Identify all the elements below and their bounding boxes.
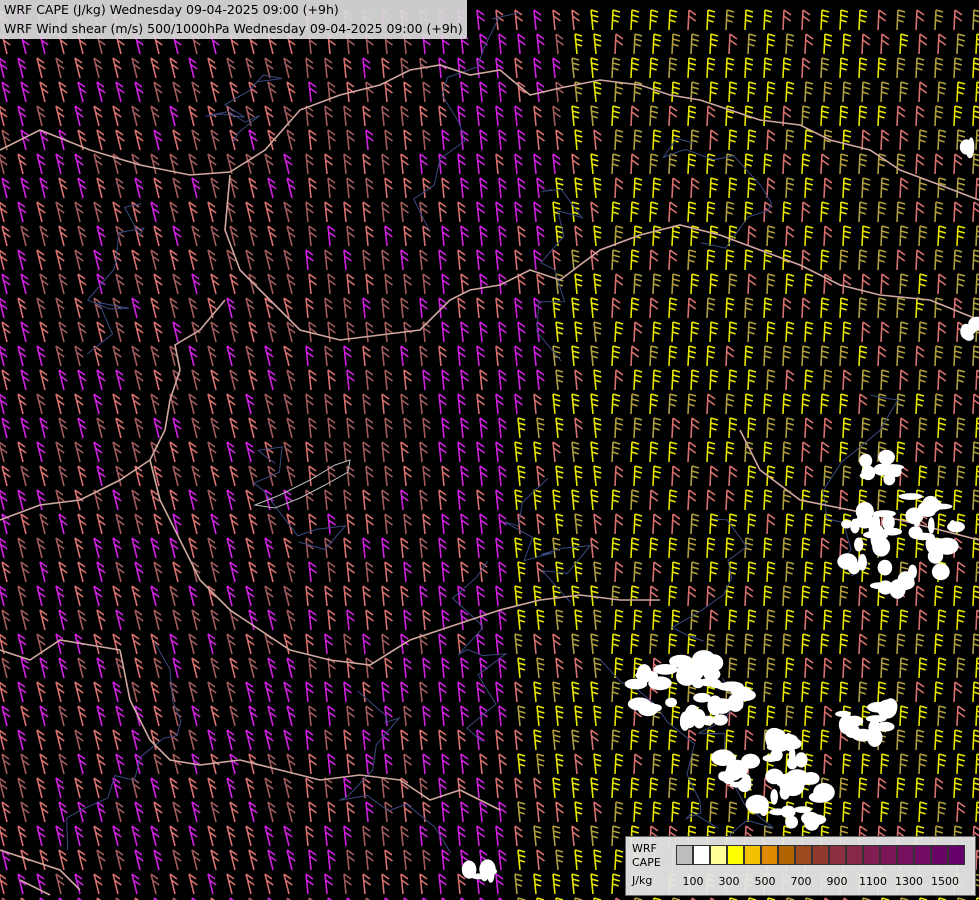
cape-patch <box>859 453 873 468</box>
cape-patch <box>878 449 895 465</box>
cape-patch <box>918 501 939 515</box>
legend-ticks: 100 300 500 700 900 1100 1300 1500 <box>676 875 976 889</box>
cape-patch <box>701 715 715 726</box>
cape-patch <box>770 789 778 805</box>
cape-patch <box>795 752 808 768</box>
legend-swatch <box>795 845 812 865</box>
cape-patch <box>692 677 704 689</box>
cape-patch <box>882 527 902 536</box>
legend-tick-label: 100 <box>682 875 704 888</box>
weather-map <box>0 0 979 900</box>
cape-patch <box>734 689 756 702</box>
legend-swatches <box>676 845 965 865</box>
legend-label-unit: J/kg <box>632 874 653 887</box>
cape-legend: WRF CAPE J/kg 100 300 500 700 900 1100 1300 150… <box>625 836 976 896</box>
cape-patch <box>861 465 876 481</box>
cape-patch <box>808 791 832 803</box>
cape-patch <box>665 697 677 708</box>
cape-patch <box>770 739 790 752</box>
cape-patch <box>758 798 769 816</box>
legend-tick-label: 900 <box>826 875 848 888</box>
legend-swatch <box>880 845 897 865</box>
legend-tick-label: 300 <box>718 875 740 888</box>
cape-patch <box>883 472 896 486</box>
legend-swatch <box>846 845 863 865</box>
cape-patch <box>669 654 693 668</box>
cape-patch <box>872 537 891 557</box>
cape-patch <box>461 860 477 879</box>
cape-patch <box>877 699 897 719</box>
cape-patch <box>693 692 711 703</box>
cape-patch <box>912 508 921 528</box>
cape-patch <box>886 582 911 591</box>
legend-swatch <box>829 845 846 865</box>
cape-patch <box>769 808 786 816</box>
cape-patch <box>927 548 944 564</box>
cape-patch <box>683 715 692 728</box>
cape-patch <box>716 682 738 691</box>
legend-swatch <box>744 845 761 865</box>
cape-patch <box>868 521 878 538</box>
cape-patch <box>765 730 772 744</box>
cape-patch <box>898 493 923 500</box>
cape-patch <box>838 714 856 735</box>
cape-patch <box>722 770 736 785</box>
cape-patch <box>875 468 896 475</box>
legend-swatch <box>948 845 965 865</box>
cape-patch <box>877 559 893 576</box>
cape-patch <box>806 814 822 822</box>
cape-patch <box>908 564 917 579</box>
legend-swatch <box>812 845 829 865</box>
cape-patch <box>712 714 728 726</box>
cape-patch <box>779 785 790 800</box>
cape-patch <box>798 777 810 785</box>
legend-tick-label: 1500 <box>931 875 959 888</box>
legend-swatch <box>897 845 914 865</box>
cape-patch <box>775 775 787 787</box>
cape-patch <box>857 508 871 522</box>
cape-patch <box>723 702 744 711</box>
cape-patch <box>785 772 794 787</box>
cape-patch <box>785 815 798 829</box>
legend-swatch <box>931 845 948 865</box>
cape-patch <box>648 676 672 691</box>
cape-patch <box>931 563 950 581</box>
title-wind-shear: WRF Wind shear (m/s) 500/1000hPa Wednesd… <box>4 21 463 36</box>
legend-tick-label: 500 <box>754 875 776 888</box>
title-cape: WRF CAPE (J/kg) Wednesday 09-04-2025 09:… <box>4 2 339 17</box>
legend-swatch <box>693 845 710 865</box>
legend-swatch <box>727 845 744 865</box>
map-title: WRF CAPE (J/kg) Wednesday 09-04-2025 09:… <box>0 0 467 39</box>
legend-tick-label: 700 <box>790 875 812 888</box>
legend-tick-label: 1100 <box>859 875 887 888</box>
cape-patch <box>793 806 812 813</box>
cape-patch <box>851 728 875 742</box>
cape-patch <box>637 702 659 717</box>
legend-label-cape: CAPE <box>632 856 661 869</box>
legend-tick-label: 1300 <box>895 875 923 888</box>
legend-swatch <box>676 845 693 865</box>
cape-patch <box>947 521 965 533</box>
cape-patch <box>480 869 489 882</box>
cape-patch <box>854 537 864 552</box>
cape-patch <box>762 754 779 762</box>
map-background <box>0 0 979 900</box>
cape-patch <box>847 560 861 575</box>
legend-swatch <box>778 845 795 865</box>
legend-swatch <box>761 845 778 865</box>
legend-swatch <box>710 845 727 865</box>
cape-patch <box>968 137 975 157</box>
legend-swatch <box>914 845 931 865</box>
legend-label-wrf: WRF <box>632 842 657 855</box>
cape-patch <box>911 532 935 540</box>
legend-swatch <box>863 845 880 865</box>
cape-patch <box>927 538 952 545</box>
cape-patch <box>928 517 935 534</box>
cape-patch <box>689 661 705 680</box>
